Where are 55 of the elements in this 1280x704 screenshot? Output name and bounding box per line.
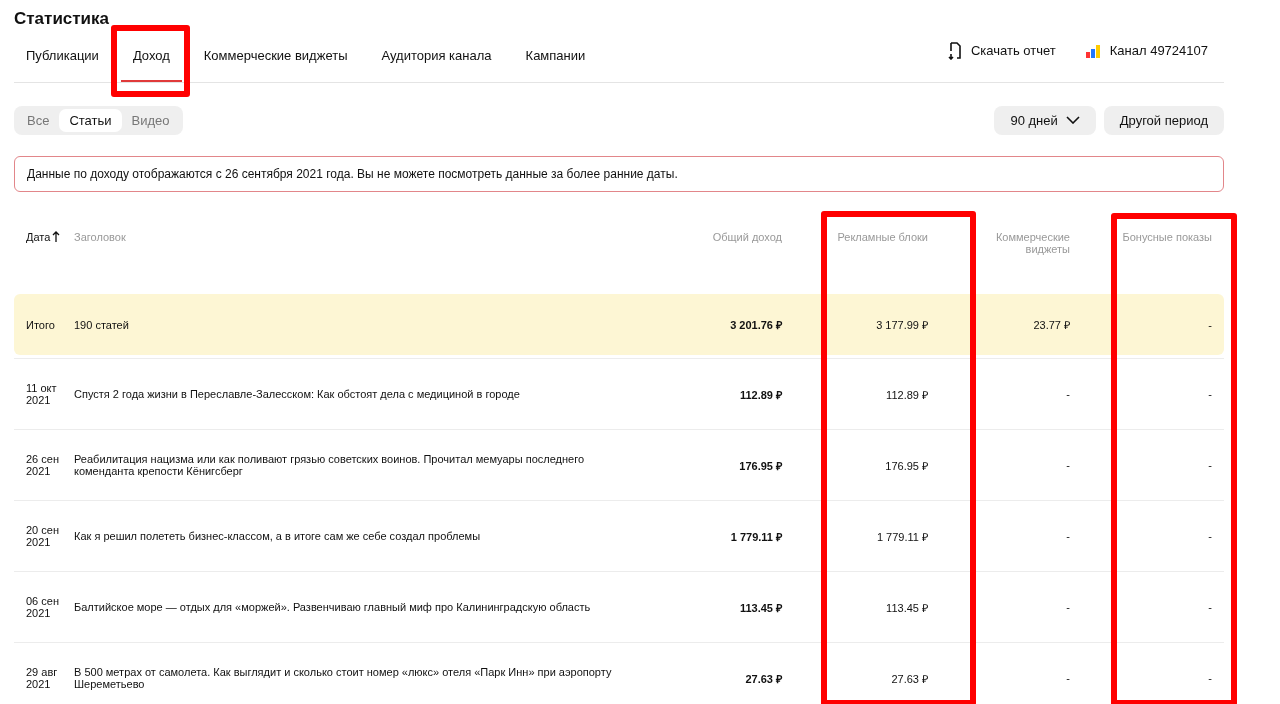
ad-blocks-cell: 1 779.11 ₽ [876, 530, 928, 543]
download-report-button[interactable]: Скачать отчет [946, 41, 1056, 60]
title-cell-text: Балтийское море — отдых для «моржей». Развенчиваю главный миф про Калининградскую область [74, 601, 592, 613]
date-cell: 06 сен 2021 [26, 595, 59, 619]
page-title: Статистика [14, 8, 111, 30]
widgets-cell: - [1066, 459, 1070, 471]
ad-blocks-cell: 3 177.99 ₽ [876, 319, 928, 331]
title-cell-text: Реабилитация нацизма или как поливают грязью советских воинов. Прочитал мемуары последнего коменданта крепости Кёнигсберг [74, 453, 586, 477]
date-cell: 29 авг 2021 [26, 666, 58, 690]
date-cell: 11 окт 2021 [26, 382, 57, 406]
title-cell-text: Спустя 2 года жизни в Переславле-Залесском: Как обстоят дела с медициной в городе [74, 388, 521, 400]
widgets-cell: 23.77 ₽ [1033, 319, 1070, 331]
title-cell-text: 190 статей [74, 318, 130, 331]
date-cell: 20 сен 2021 [26, 524, 59, 548]
widgets-cell: - [1066, 530, 1070, 542]
content-type-option[interactable]: Все [17, 108, 60, 132]
tab[interactable]: Кампании [513, 31, 598, 82]
total-revenue-cell: 112.89 ₽ [739, 388, 782, 401]
ad-blocks-cell: 176.95 ₽ [885, 459, 928, 472]
custom-period-button[interactable]: Другой период [1103, 105, 1224, 135]
total-revenue-cell: 113.45 ₽ [739, 601, 782, 614]
bonus-cell: - [1208, 530, 1212, 542]
bonus-cell: - [1208, 318, 1212, 331]
bonus-cell: - [1208, 601, 1212, 613]
sort-up-icon [52, 231, 61, 242]
date-cell: Итого [26, 318, 55, 331]
bonus-cell: - [1208, 388, 1212, 400]
ad-blocks-cell: 27.63 ₽ [891, 672, 928, 685]
tab[interactable]: Публикации [14, 31, 111, 82]
widgets-cell: - [1066, 601, 1070, 613]
tab[interactable]: Коммерческие виджеты [191, 31, 360, 82]
title-cell-text: В 500 метрах от самолета. Как выглядит и сколько стоит номер «люкс» отеля «Парк Инн» при аэропорту Шереметьево [74, 666, 613, 690]
notice-banner: Данные по доходу отображаются с 26 сентября 2021 года. Вы не можете посмотреть данные за более ранние даты. [14, 156, 1224, 192]
channel-link[interactable]: Канал 49724107 [1085, 41, 1208, 60]
date-cell: 26 сен 2021 [26, 453, 59, 477]
total-revenue-cell: 27.63 ₽ [745, 672, 782, 685]
total-revenue-cell: 3 201.76 ₽ [730, 319, 782, 331]
title-cell-text: Как я решил полететь бизнес-классом, а в итоге сам же себе создал проблемы [74, 530, 482, 542]
content-type-option[interactable]: Статьи [59, 108, 122, 132]
period-dropdown[interactable]: 90 дней [994, 105, 1096, 135]
widgets-cell: - [1066, 388, 1070, 400]
widgets-cell: - [1066, 672, 1070, 684]
bonus-cell: - [1208, 459, 1212, 471]
total-revenue-cell: 176.95 ₽ [739, 459, 782, 472]
ad-blocks-cell: 113.45 ₽ [886, 601, 928, 614]
download-file-icon [946, 41, 961, 60]
tab[interactable]: Доход [120, 31, 182, 82]
ad-blocks-cell: 112.89 ₽ [886, 388, 928, 401]
column-header[interactable]: Дата [26, 231, 61, 243]
content-type-option[interactable]: Видео [121, 108, 180, 132]
chevron-down-icon [1065, 116, 1080, 124]
bonus-cell: - [1208, 672, 1212, 684]
total-revenue-cell: 1 779.11 ₽ [730, 530, 782, 543]
tab[interactable]: Аудитория канала [369, 31, 504, 82]
bar-chart-icon [1085, 43, 1100, 58]
